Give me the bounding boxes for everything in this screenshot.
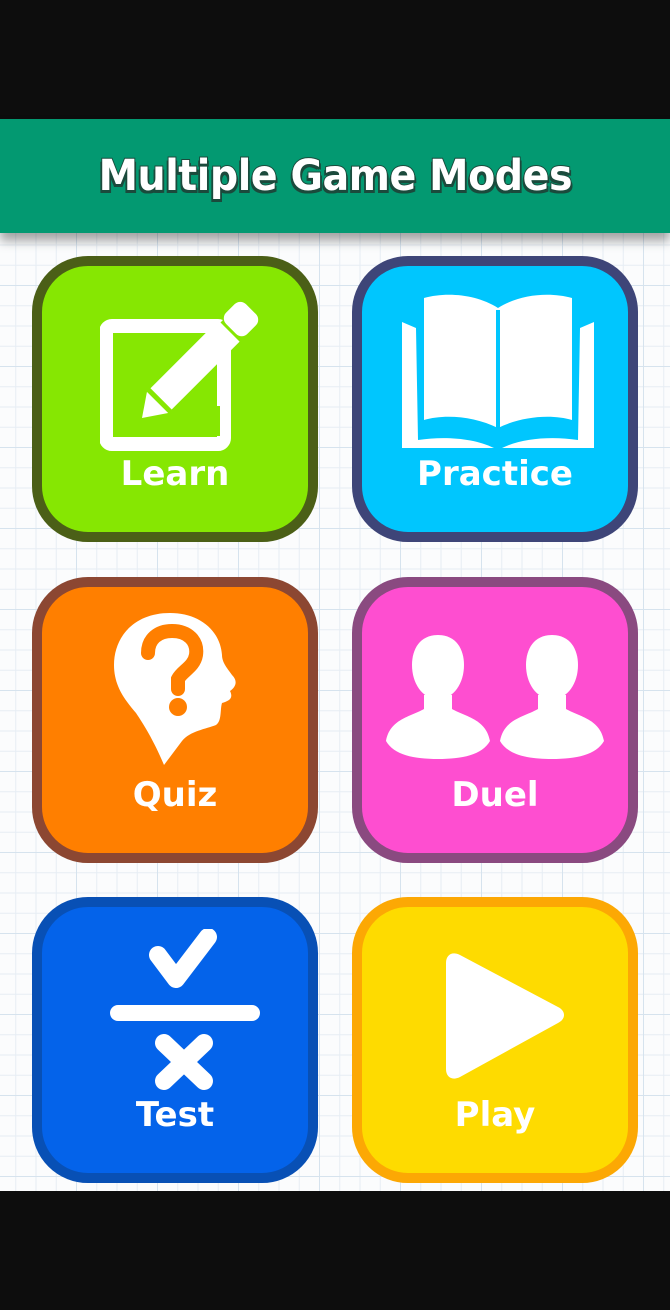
mode-label: Test bbox=[135, 1095, 215, 1135]
check-cross-icon bbox=[100, 929, 260, 1099]
mode-learn-button[interactable]: Learn bbox=[32, 256, 318, 542]
mode-practice-button[interactable]: Practice bbox=[352, 256, 638, 542]
mode-label: Quiz bbox=[132, 775, 218, 815]
edit-pencil-icon bbox=[100, 296, 270, 456]
mode-play-button[interactable]: Play bbox=[352, 897, 638, 1183]
page-title: Multiple Game Modes bbox=[97, 150, 573, 202]
mode-quiz-button[interactable]: Quiz bbox=[32, 577, 318, 863]
mode-label: Practice bbox=[417, 454, 573, 494]
two-users-icon bbox=[384, 631, 608, 761]
mode-label: Duel bbox=[451, 775, 539, 815]
play-icon bbox=[442, 949, 572, 1089]
mode-duel-button[interactable]: Duel bbox=[352, 577, 638, 863]
head-question-icon bbox=[110, 609, 244, 769]
open-book-icon bbox=[394, 288, 602, 458]
top-letterbox bbox=[0, 0, 670, 119]
bottom-letterbox bbox=[0, 1191, 670, 1310]
mode-test-button[interactable]: Test bbox=[32, 897, 318, 1183]
mode-label: Play bbox=[454, 1095, 536, 1135]
mode-label: Learn bbox=[120, 454, 230, 494]
header-banner: Multiple Game Modes bbox=[0, 119, 670, 233]
